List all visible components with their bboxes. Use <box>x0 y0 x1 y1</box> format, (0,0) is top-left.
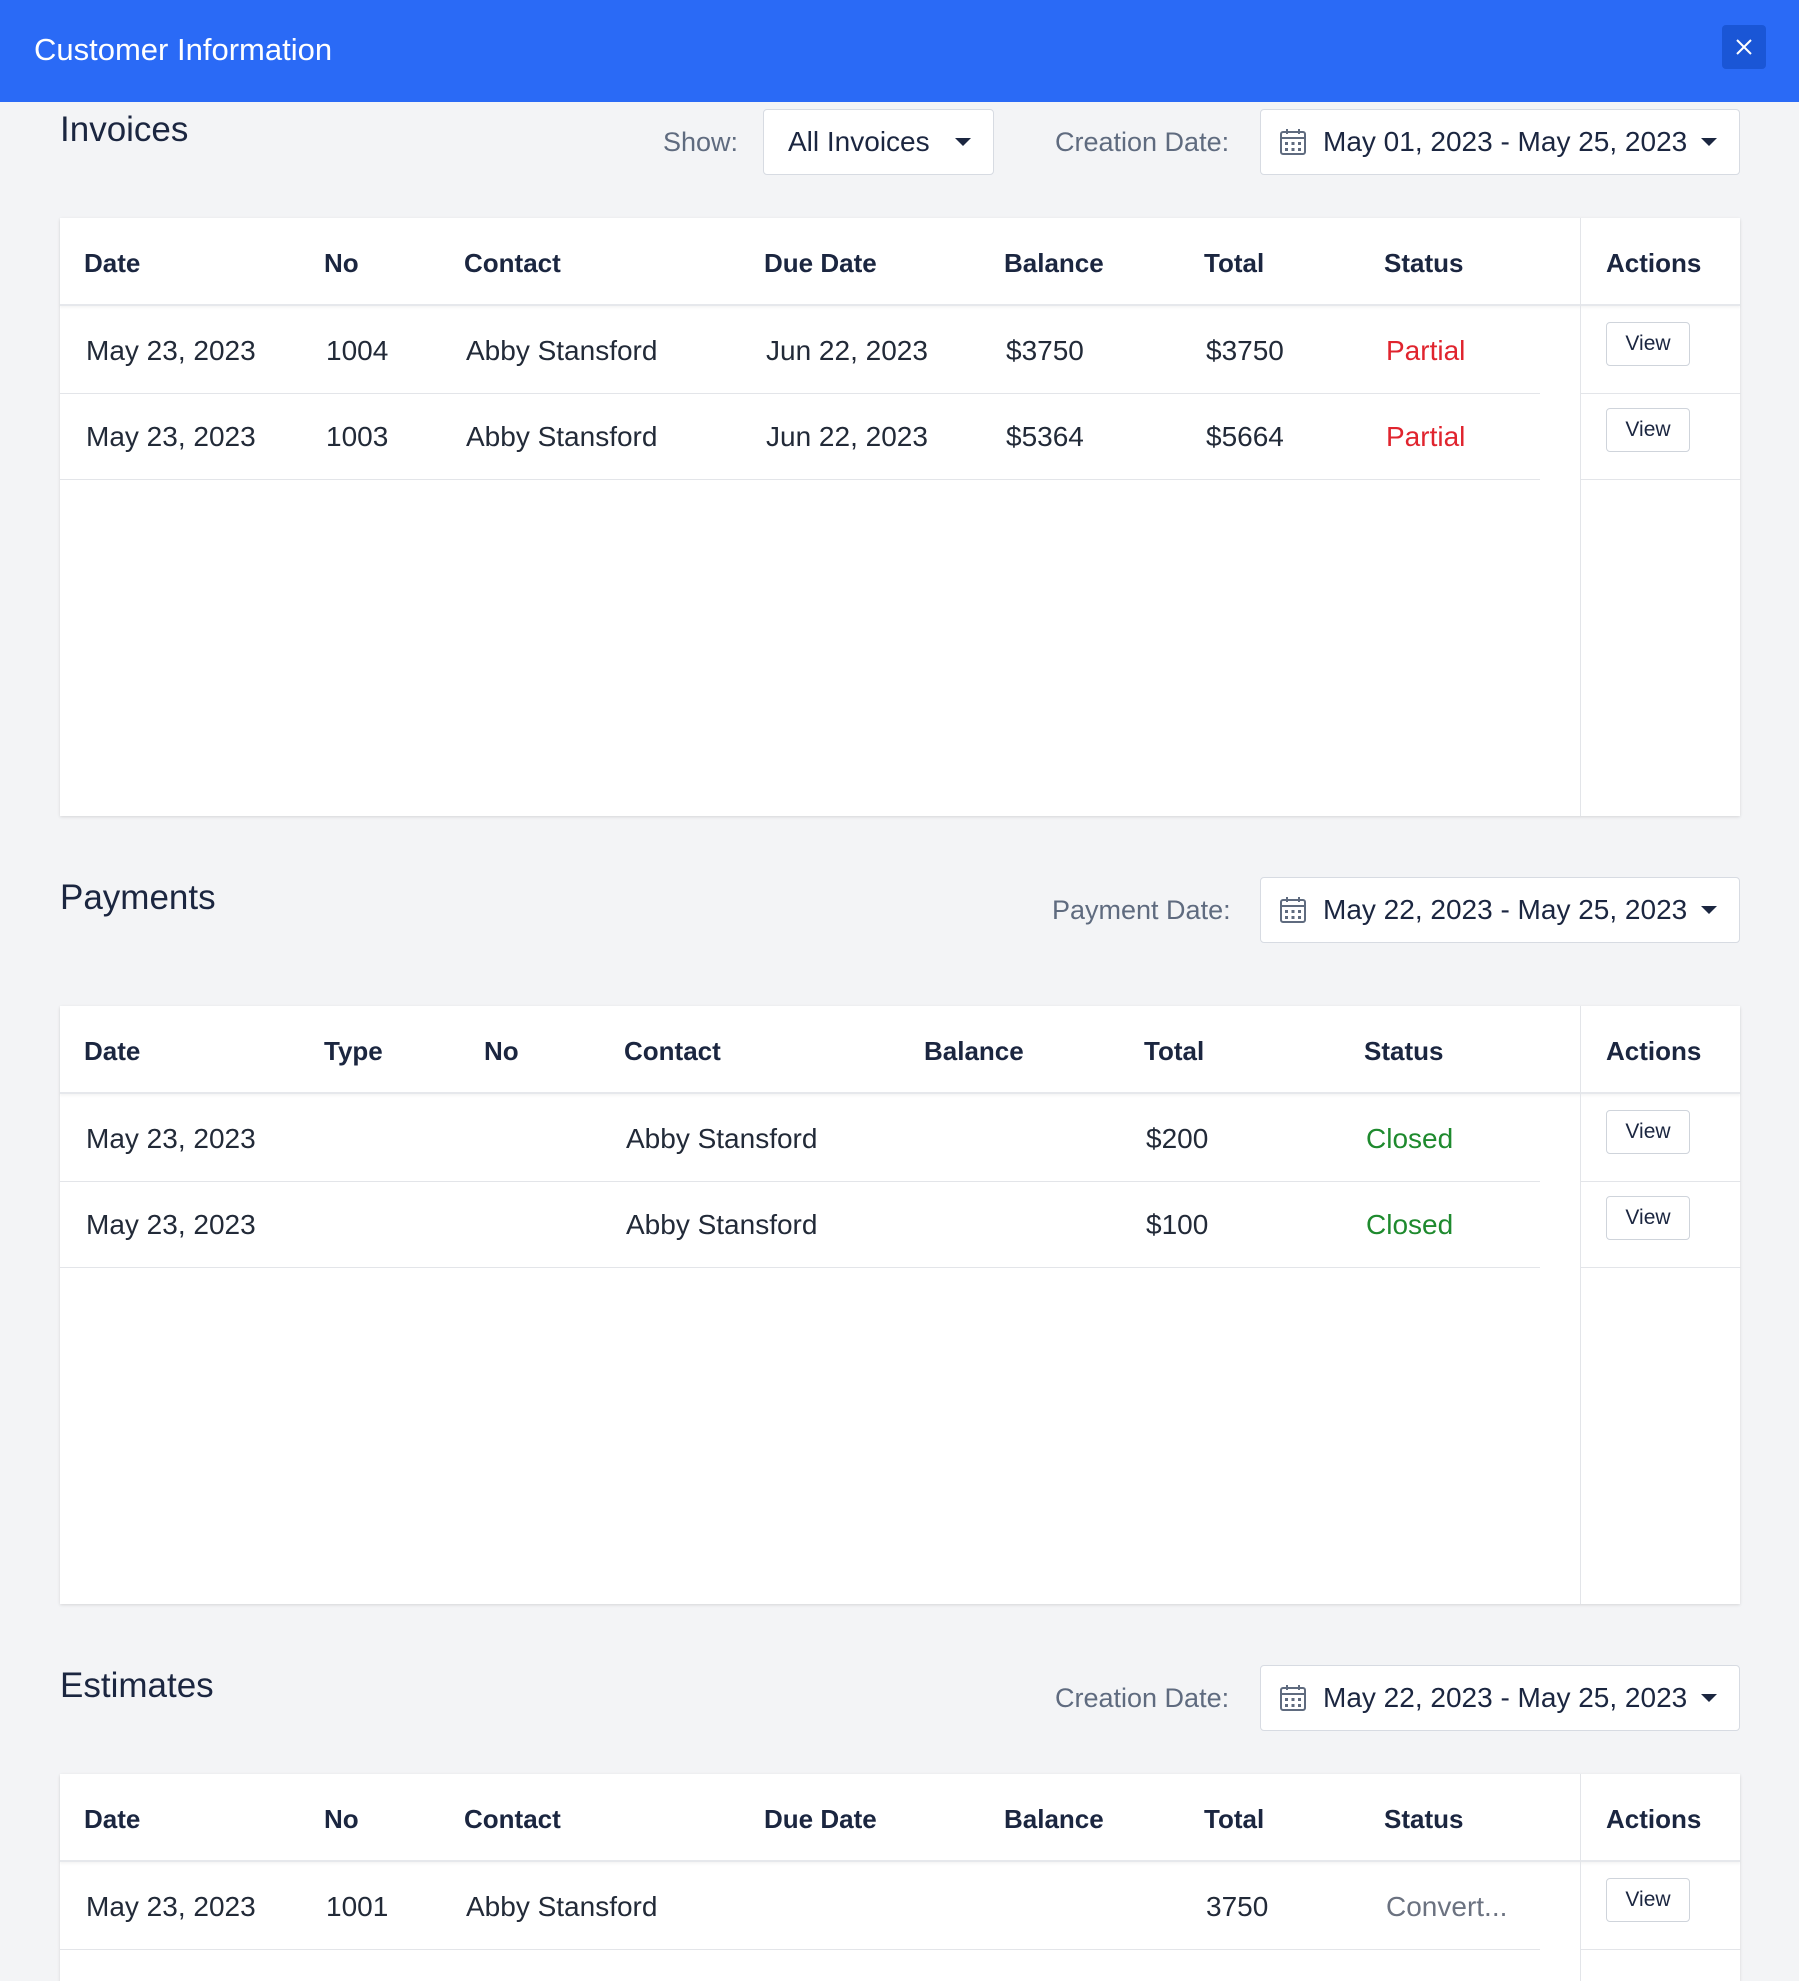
cell-due-date: Jun 22, 2023 <box>766 421 928 452</box>
table-row[interactable]: May 23, 2023 1003 Abby Stansford Jun 22,… <box>60 394 1540 480</box>
column-header[interactable]: Total <box>1144 1036 1204 1067</box>
column-header[interactable]: Contact <box>464 1804 561 1835</box>
estimates-title: Estimates <box>60 1666 214 1705</box>
view-button[interactable]: View <box>1606 322 1690 366</box>
estimate-date-range-value: May 22, 2023 - May 25, 2023 <box>1323 1682 1687 1713</box>
payment-date-label: Payment Date: <box>1052 895 1231 925</box>
show-label: Show: <box>663 127 739 157</box>
column-header[interactable]: Type <box>324 1036 383 1067</box>
invoice-date-range-value: May 01, 2023 - May 25, 2023 <box>1323 126 1687 157</box>
creation-date-label: Creation Date: <box>1055 127 1230 157</box>
status-badge: Convert... <box>1386 1891 1508 1922</box>
status-badge: Partial <box>1386 421 1466 452</box>
cell-due-date: Jun 22, 2023 <box>766 335 928 366</box>
column-header[interactable]: Date <box>84 1804 140 1835</box>
column-header[interactable]: Total <box>1204 1804 1264 1835</box>
cell-no: 1004 <box>326 335 389 366</box>
column-header[interactable]: Status <box>1364 1036 1443 1067</box>
table-header: Date No Contact Due Date Balance Total S… <box>60 1774 1740 1862</box>
cell-contact: Abby Stansford <box>466 421 658 452</box>
close-button[interactable] <box>1722 25 1766 69</box>
column-header[interactable]: Date <box>84 248 140 279</box>
cell-total: 3750 <box>1206 1891 1269 1922</box>
chevron-down-icon <box>1701 138 1717 146</box>
table-row[interactable]: May 23, 2023 Abby Stansford $100 Closed <box>60 1182 1540 1268</box>
action-cell: View <box>1581 308 1741 394</box>
column-header[interactable]: Status <box>1384 1804 1463 1835</box>
chevron-down-icon <box>1701 1694 1717 1702</box>
column-header[interactable]: No <box>324 248 359 279</box>
chevron-down-icon <box>1701 906 1717 914</box>
table-row[interactable]: May 23, 2023 1004 Abby Stansford Jun 22,… <box>60 308 1540 394</box>
invoice-date-range-picker[interactable]: May 01, 2023 - May 25, 2023 <box>1260 109 1740 175</box>
cell-total: $100 <box>1146 1209 1209 1240</box>
table-header: Date Type No Contact Balance Total Statu… <box>60 1006 1740 1094</box>
status-badge: Closed <box>1366 1123 1454 1154</box>
column-header[interactable]: Date <box>84 1036 140 1067</box>
cell-contact: Abby Stansford <box>626 1209 818 1240</box>
status-badge: Closed <box>1366 1209 1454 1240</box>
cell-balance: $5364 <box>1006 421 1084 452</box>
view-button[interactable]: View <box>1606 1110 1690 1154</box>
column-header[interactable]: Contact <box>624 1036 721 1067</box>
column-header[interactable]: No <box>324 1804 359 1835</box>
table-row[interactable]: May 23, 2023 1001 Abby Stansford 3750 Co… <box>60 1864 1540 1950</box>
payment-date-range-value: May 22, 2023 - May 25, 2023 <box>1323 894 1687 925</box>
creation-date-label: Creation Date: <box>1055 1683 1230 1713</box>
column-header[interactable]: Total <box>1204 248 1264 279</box>
view-button[interactable]: View <box>1606 1196 1690 1240</box>
invoice-type-value: All Invoices <box>788 126 930 157</box>
cell-contact: Abby Stansford <box>626 1123 818 1154</box>
column-header[interactable]: Due Date <box>764 1804 877 1835</box>
actions-column: View <box>1580 1774 1741 1981</box>
invoice-type-select[interactable]: All Invoices <box>763 109 994 175</box>
invoices-table: Date No Contact Due Date Balance Total S… <box>60 218 1741 816</box>
column-header[interactable]: Due Date <box>764 248 877 279</box>
view-button[interactable]: View <box>1606 408 1690 452</box>
actions-column: View View <box>1580 1006 1741 1604</box>
chevron-down-icon <box>955 138 971 146</box>
view-button[interactable]: View <box>1606 1878 1690 1922</box>
modal-header: Customer Information <box>0 0 1799 102</box>
table-header: Date No Contact Due Date Balance Total S… <box>60 218 1740 306</box>
payments-title: Payments <box>60 878 216 917</box>
action-cell: View <box>1581 1182 1741 1268</box>
calendar-icon <box>1280 897 1306 923</box>
close-icon <box>1736 39 1752 55</box>
cell-total: $5664 <box>1206 421 1284 452</box>
cell-date: May 23, 2023 <box>86 1891 256 1922</box>
cell-date: May 23, 2023 <box>86 335 256 366</box>
estimates-table: Date No Contact Due Date Balance Total S… <box>60 1774 1741 1981</box>
modal-title: Customer Information <box>34 32 333 67</box>
cell-no: 1001 <box>326 1891 389 1922</box>
cell-no: 1003 <box>326 421 389 452</box>
cell-total: $200 <box>1146 1123 1209 1154</box>
payments-table: Date Type No Contact Balance Total Statu… <box>60 1006 1741 1604</box>
action-cell: View <box>1581 1096 1741 1182</box>
action-cell: View <box>1581 394 1741 480</box>
cell-date: May 23, 2023 <box>86 421 256 452</box>
invoices-title: Invoices <box>60 110 189 149</box>
estimate-date-range-picker[interactable]: May 22, 2023 - May 25, 2023 <box>1260 1665 1740 1731</box>
column-header[interactable]: Balance <box>1004 1804 1104 1835</box>
cell-date: May 23, 2023 <box>86 1209 256 1240</box>
action-cell: View <box>1581 1864 1741 1950</box>
column-header[interactable]: Contact <box>464 248 561 279</box>
column-header[interactable]: Balance <box>1004 248 1104 279</box>
cell-contact: Abby Stansford <box>466 1891 658 1922</box>
column-header[interactable]: No <box>484 1036 519 1067</box>
payment-date-range-picker[interactable]: May 22, 2023 - May 25, 2023 <box>1260 877 1740 943</box>
cell-total: $3750 <box>1206 335 1284 366</box>
column-header[interactable]: Status <box>1384 248 1463 279</box>
calendar-icon <box>1280 129 1306 155</box>
calendar-icon <box>1280 1685 1306 1711</box>
status-badge: Partial <box>1386 335 1466 366</box>
table-row[interactable]: May 23, 2023 Abby Stansford $200 Closed <box>60 1096 1540 1182</box>
actions-column: View View <box>1580 218 1741 816</box>
cell-contact: Abby Stansford <box>466 335 658 366</box>
cell-balance: $3750 <box>1006 335 1084 366</box>
cell-date: May 23, 2023 <box>86 1123 256 1154</box>
column-header[interactable]: Balance <box>924 1036 1024 1067</box>
